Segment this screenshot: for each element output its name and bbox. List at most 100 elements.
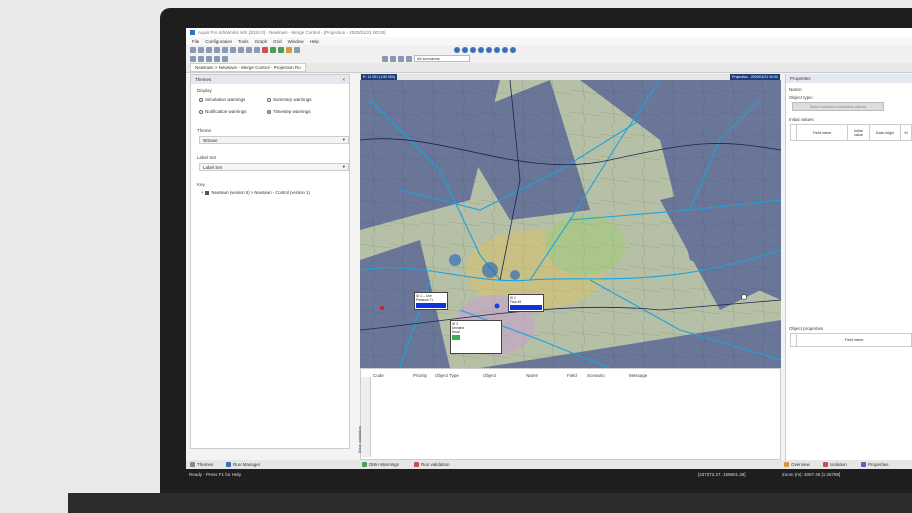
col-field[interactable]: Field <box>567 373 577 378</box>
map-canvas[interactable] <box>360 80 781 368</box>
menu-tools[interactable]: Tools <box>238 39 249 44</box>
side-tab-error-validation[interactable]: Error validation <box>357 377 371 457</box>
menu-help[interactable]: Help <box>310 39 319 44</box>
main-toolbar <box>186 45 912 54</box>
tab-isolation[interactable]: Isolation <box>823 460 847 469</box>
theme-label: Theme <box>197 128 212 133</box>
paste-icon[interactable] <box>230 46 236 53</box>
play-forward-icon[interactable] <box>486 46 492 53</box>
stop-icon[interactable] <box>502 46 508 53</box>
run-icon[interactable] <box>270 46 276 53</box>
tree-item[interactable]: + Newtown (version 5) > Newtown - Contro… <box>201 190 310 195</box>
select-icon[interactable] <box>190 55 196 62</box>
key-label: Key <box>197 182 205 187</box>
status-zoom: Zoom (m): 4007.49 [1:26788] <box>782 472 841 477</box>
close-icon[interactable]: × <box>342 77 345 82</box>
menu-file[interactable]: File <box>192 39 199 44</box>
col-object-type[interactable]: Object Type <box>435 373 459 378</box>
radio-summary-warnings[interactable]: Summary warnings <box>267 97 312 102</box>
polygon-icon[interactable] <box>198 55 204 62</box>
overview-icon <box>784 462 789 467</box>
status-text: Ready - Press F1 for Help <box>189 472 242 477</box>
themes-panel-title: Themes <box>195 77 212 82</box>
layers-icon[interactable] <box>222 55 228 62</box>
graph-view-icon[interactable] <box>398 55 404 62</box>
col-object[interactable]: Object <box>483 373 496 378</box>
col-scenario[interactable]: Scenario <box>587 373 605 378</box>
tab-overview[interactable]: Overview <box>784 460 810 469</box>
radio-timestep-warnings[interactable]: Timestep warnings <box>267 109 311 114</box>
properties-panel: Properties Name: Object type: Select sel… <box>785 74 912 460</box>
menu-grid[interactable]: Grid <box>273 39 282 44</box>
col-name[interactable]: Name <box>526 373 538 378</box>
col-message[interactable]: Message <box>629 373 647 378</box>
pause-icon[interactable] <box>478 46 484 53</box>
themes-panel-header: Themes × <box>191 75 349 84</box>
col-priority[interactable]: Priority <box>413 373 427 378</box>
tab-run-manager[interactable]: Run Manager <box>226 460 260 469</box>
new-icon[interactable] <box>190 46 196 53</box>
object-properties-header: Field name <box>790 333 912 347</box>
select-controlled-objects-button[interactable]: Select selected controlled objects <box>792 102 884 111</box>
scenario-combo[interactable]: All scenarios <box>414 55 470 62</box>
node-popup-1[interactable]: ID 1 ─ Live Pressure 71 <box>414 292 448 310</box>
tab-run-validation[interactable]: Run validation <box>414 460 450 469</box>
copy-icon[interactable] <box>222 46 228 53</box>
network-icon <box>205 190 210 195</box>
help-icon[interactable] <box>294 46 300 53</box>
zoom-out-icon[interactable] <box>246 46 252 53</box>
find-icon[interactable] <box>214 55 220 62</box>
menu-window[interactable]: Window <box>288 39 304 44</box>
tab-themes[interactable]: Themes <box>190 460 213 469</box>
validate-icon[interactable] <box>278 46 284 53</box>
table-view-icon[interactable] <box>390 55 396 62</box>
col-field-name[interactable]: Field name <box>797 125 849 140</box>
theme-select[interactable]: WSave ▾ <box>199 136 349 144</box>
play-last-icon[interactable] <box>494 46 500 53</box>
radio-notification-warnings[interactable]: Notification warnings <box>199 109 247 114</box>
flag-icon[interactable] <box>286 46 292 53</box>
tab-dma-warnings[interactable]: DMA Warnings <box>362 460 399 469</box>
col-data-origin[interactable]: Data origin <box>870 125 902 140</box>
menu-configuration[interactable]: Configuration <box>205 39 232 44</box>
secondary-toolbar: All scenarios <box>186 54 912 63</box>
warning-icon <box>362 462 367 467</box>
col-object-field-name[interactable]: Field name <box>797 334 911 346</box>
validation-grid: Error validation Code Priority Object Ty… <box>357 368 781 460</box>
measure-icon[interactable] <box>206 55 212 62</box>
tab-projection[interactable]: Newtown > Newtown - Merge Control - Proj… <box>190 63 306 72</box>
save-icon[interactable] <box>206 46 212 53</box>
properties-icon <box>861 462 866 467</box>
node-popup-3[interactable]: ID 3 Demand Head <box>450 320 502 354</box>
col-more[interactable]: M <box>901 125 911 140</box>
expand-icon: + <box>201 190 204 195</box>
laptop-base <box>68 493 912 513</box>
record-icon[interactable] <box>510 46 516 53</box>
pan-icon[interactable] <box>254 46 260 53</box>
geoplan-map[interactable]: ID 1 ─ Live Pressure 71 ID 2 Flow 45 ID 3D… <box>360 80 781 368</box>
title-bar: Aquis Pro InfoWorks WS [2020.0] - Newtow… <box>186 28 912 37</box>
cut-icon[interactable] <box>214 46 220 53</box>
zoom-in-icon[interactable] <box>238 46 244 53</box>
grid-view-icon[interactable] <box>382 55 388 62</box>
col-code[interactable]: Code <box>373 373 384 378</box>
labelset-select[interactable]: Label Set ▾ <box>199 163 349 171</box>
run-manager-icon <box>226 462 231 467</box>
menu-graph[interactable]: Graph <box>255 39 268 44</box>
isolation-icon <box>823 462 828 467</box>
chevron-down-icon: ▾ <box>342 137 345 142</box>
radio-simulation-warnings[interactable]: Simulation warnings <box>199 97 245 102</box>
play-icon[interactable] <box>470 46 476 53</box>
list-view-icon[interactable] <box>406 55 412 62</box>
play-first-icon[interactable] <box>454 46 460 53</box>
open-icon[interactable] <box>198 46 204 53</box>
initial-values-label: Initial values <box>789 117 814 122</box>
status-coords: [437372.27, 159601.38] <box>698 472 746 477</box>
node-popup-2[interactable]: ID 2 Flow 45 <box>508 294 544 312</box>
window-title: Aquis Pro InfoWorks WS [2020.0] - Newtow… <box>198 30 386 35</box>
play-back-icon[interactable] <box>462 46 468 53</box>
tab-properties[interactable]: Properties <box>861 460 889 469</box>
col-initial-value[interactable]: Initial value <box>848 125 870 140</box>
delete-icon[interactable] <box>262 46 268 53</box>
object-properties-label: Object properties <box>789 326 824 331</box>
